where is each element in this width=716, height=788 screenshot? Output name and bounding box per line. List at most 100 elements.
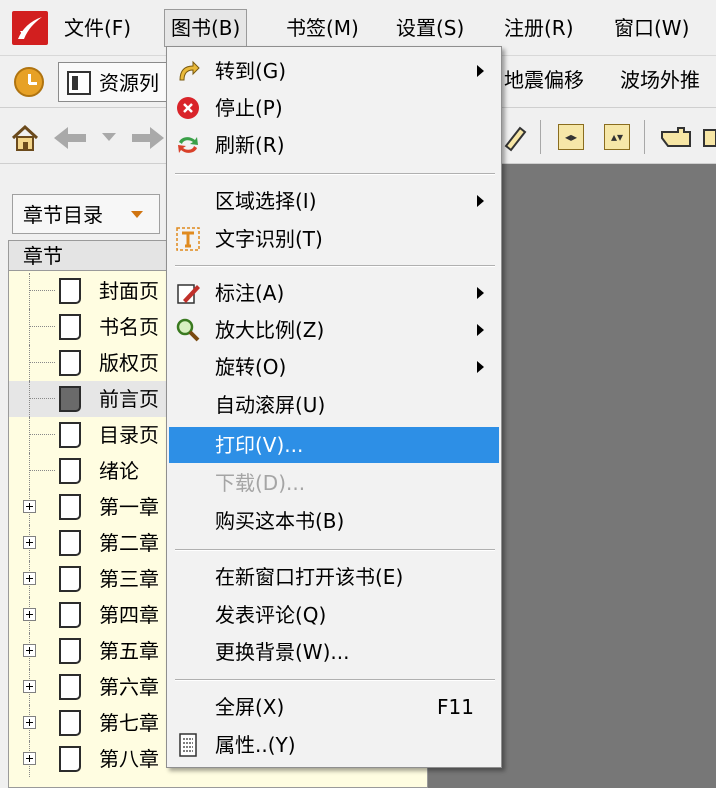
menu-bookmark[interactable]: 书签(M) [280,9,365,47]
tree-connector [29,273,30,309]
fit-width-button[interactable]: ◂▸ [558,124,584,150]
expand-plus-icon[interactable] [23,644,36,657]
menu-item-label: 旋转(O) [215,355,287,379]
menu-item-label: 发表评论(Q) [215,603,327,627]
select-tool-icon[interactable] [702,126,716,150]
expand-plus-icon[interactable] [23,752,36,765]
toolbar-separator [644,120,645,154]
tree-connector [29,362,55,363]
text-recognition-icon [176,227,200,251]
tab-resource-label: 资源列 [99,71,159,95]
menu-item-label: 停止(P) [215,96,283,120]
expand-plus-icon[interactable] [23,536,36,549]
menu-item-buy-book[interactable]: 购买这本书(B) [169,503,499,539]
home-icon[interactable] [10,124,40,152]
tree-row-label: 书名页 [99,315,159,339]
menu-register[interactable]: 注册(R) [498,9,580,47]
history-clock-icon[interactable] [14,67,44,97]
menu-item-ocr[interactable]: 文字识别(T) [169,221,499,257]
tree-row-label: 第六章 [99,675,159,699]
forward-arrow-icon[interactable] [130,124,166,152]
expand-plus-icon[interactable] [23,680,36,693]
back-arrow-icon[interactable] [52,124,92,152]
tab-wavefield-extrapolation[interactable]: 波场外推 [620,62,700,98]
tree-connector [29,398,55,399]
page-icon [59,494,81,520]
tab-resource-list[interactable]: 资源列 [58,62,178,102]
expand-plus-icon[interactable] [23,716,36,729]
submenu-arrow-icon [477,65,484,77]
menu-item-fullscreen[interactable]: 全屏(X) F11 [169,689,499,725]
page-icon [59,530,81,556]
menu-item-comment[interactable]: 发表评论(Q) [169,597,499,633]
menu-item-stop[interactable]: 停止(P) [169,90,499,126]
list-panel-icon [67,71,91,95]
menu-separator [175,679,495,681]
menu-item-label: 放大比例(Z) [215,318,325,342]
expand-plus-icon[interactable] [23,572,36,585]
page-icon [59,746,81,772]
menu-item-change-background[interactable]: 更换背景(W)... [169,634,499,670]
page-icon [59,710,81,736]
tree-connector [29,290,55,291]
submenu-arrow-icon [477,195,484,207]
menu-item-auto-scroll[interactable]: 自动滚屏(U) [169,387,499,423]
menu-item-shortcut: F11 [437,695,474,719]
page-icon [59,350,81,376]
tree-connector [29,470,55,471]
tree-row-label: 第三章 [99,567,159,591]
tree-row-label: 绪论 [99,459,139,483]
submenu-arrow-icon [477,324,484,336]
menu-separator [175,265,495,267]
tree-row-label: 第七章 [99,711,159,735]
tree-connector [29,417,30,453]
menu-separator [175,173,495,175]
tree-connector [29,345,30,381]
menu-settings[interactable]: 设置(S) [390,9,470,47]
highlighter-pen-icon[interactable] [500,122,528,152]
menu-item-label: 购买这本书(B) [215,509,345,533]
tree-connector [29,326,55,327]
menu-book[interactable]: 图书(B) [164,9,248,47]
menu-item-label: 更换背景(W)... [215,640,350,664]
magnifier-icon [176,318,200,342]
menu-item-label: 在新窗口打开该书(E) [215,565,404,589]
menu-item-print[interactable]: 打印(V)... [169,427,499,463]
app-logo-icon [12,11,48,45]
tree-row-label: 第一章 [99,495,159,519]
hand-pointer-icon[interactable] [660,124,694,150]
menu-item-rotate[interactable]: 旋转(O) [169,349,499,385]
tab-seismic-migration[interactable]: 地震偏移 [504,62,584,98]
page-icon [59,674,81,700]
page-icon [59,638,81,664]
page-icon [59,458,81,484]
tree-row-label: 第五章 [99,639,159,663]
menu-item-label: 自动滚屏(U) [215,393,326,417]
expand-plus-icon[interactable] [23,500,36,513]
menu-file[interactable]: 文件(F) [58,9,137,47]
tree-connector [29,309,30,345]
expand-plus-icon[interactable] [23,608,36,621]
history-dropdown-icon[interactable] [100,130,118,144]
fit-height-button[interactable]: ▴▾ [604,124,630,150]
menu-item-label: 下载(D)... [215,471,306,495]
menu-item-label: 转到(G) [215,59,287,83]
tree-row-label: 第四章 [99,603,159,627]
tree-row-label: 版权页 [99,351,159,375]
menu-item-zoom[interactable]: 放大比例(Z) [169,312,499,348]
menu-item-annotate[interactable]: 标注(A) [169,275,499,311]
properties-document-icon [179,733,197,757]
tree-row-label: 封面页 [99,279,159,303]
stop-icon [177,97,199,119]
menu-item-refresh[interactable]: 刷新(R) [169,127,499,163]
menu-item-properties[interactable]: 属性..(Y) [169,727,499,763]
fit-height-icon: ▴▾ [610,130,624,144]
menu-item-label: 文字识别(T) [215,227,323,251]
submenu-arrow-icon [477,361,484,373]
menu-window[interactable]: 窗口(W) [608,9,695,47]
chapter-directory-dropdown[interactable]: 章节目录 [12,194,160,234]
menu-item-region-select[interactable]: 区域选择(I) [169,183,499,219]
menu-item-goto[interactable]: 转到(G) [169,53,499,89]
menu-item-open-new-window[interactable]: 在新窗口打开该书(E) [169,559,499,595]
tree-connector [29,453,30,489]
